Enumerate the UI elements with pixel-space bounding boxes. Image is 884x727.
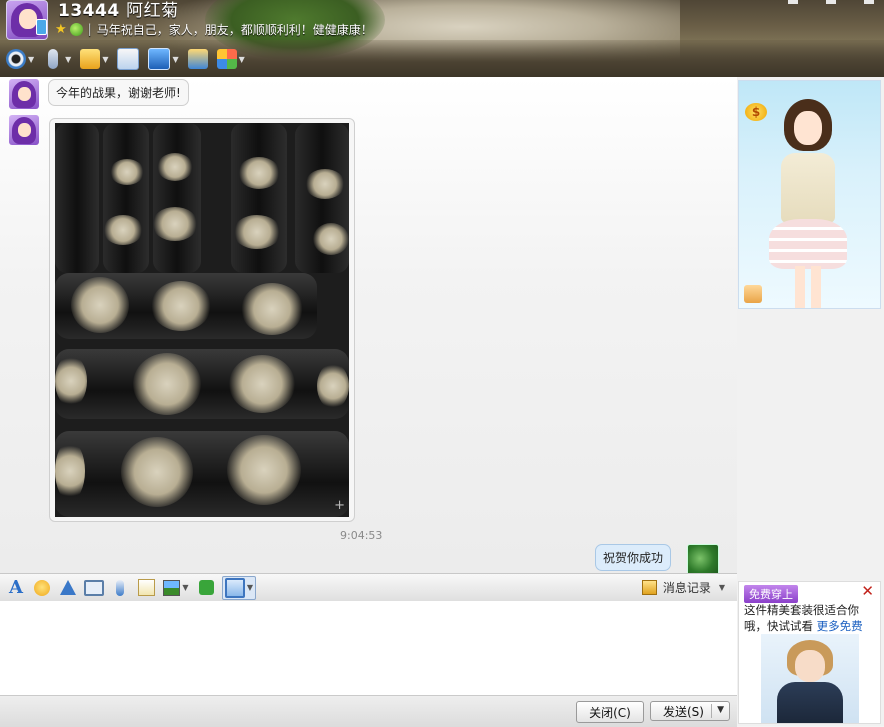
gift-icon bbox=[198, 580, 214, 595]
zoom-icon[interactable]: + bbox=[334, 498, 345, 513]
message-bubble-outgoing: 祝贺你成功 bbox=[595, 544, 672, 571]
chevron-down-icon[interactable]: ▼ bbox=[247, 583, 253, 592]
screen-share-button[interactable]: ▼ bbox=[222, 575, 256, 600]
window-controls bbox=[788, 0, 884, 6]
message-avatar[interactable] bbox=[9, 79, 39, 109]
chevron-down-icon[interactable]: ▼ bbox=[719, 583, 725, 592]
contact-id: 13444 bbox=[58, 1, 120, 21]
apps-button[interactable]: ▼ bbox=[215, 46, 247, 72]
font-button[interactable]: A bbox=[6, 577, 26, 598]
wizard-hat-icon bbox=[60, 580, 76, 595]
chevron-down-icon[interactable]: ▼ bbox=[65, 55, 71, 64]
thumbs-up-icon[interactable] bbox=[744, 285, 762, 303]
microphone-icon bbox=[48, 49, 59, 69]
contact-nickname: 阿红菊 bbox=[126, 1, 179, 21]
share-icon bbox=[187, 49, 208, 69]
close-button[interactable]: 关闭(C) bbox=[576, 701, 644, 723]
picture-icon bbox=[163, 579, 181, 596]
mobile-online-icon bbox=[36, 19, 47, 35]
signature-text: 马年祝自己，家人，朋友，都顺顺利利！健健康康！ bbox=[96, 22, 373, 37]
message-history-button[interactable]: 消息记录 ▼ bbox=[641, 579, 737, 596]
ad-text: 这件精美套装很适合你哦，快试试看 更多免费 bbox=[744, 602, 879, 634]
message-timestamp: 9:04:53 bbox=[340, 529, 383, 542]
chevron-down-icon[interactable]: ▼ bbox=[182, 583, 188, 592]
message-image-bubble: + bbox=[49, 118, 355, 522]
remote-desktop-button[interactable]: ▼ bbox=[146, 46, 180, 72]
send-button-label: 发送(S) bbox=[663, 704, 704, 719]
avatar-show[interactable]: $ bbox=[738, 80, 881, 309]
smile-icon bbox=[34, 579, 50, 596]
close-window-button[interactable] bbox=[864, 0, 874, 4]
camera-icon bbox=[6, 49, 26, 69]
chevron-down-icon[interactable]: ▼ bbox=[172, 55, 178, 64]
contact-avatar[interactable] bbox=[6, 0, 48, 40]
note-button[interactable] bbox=[136, 578, 156, 598]
ad-panel[interactable]: 免费穿上 ✕ 这件精美套装很适合你哦，快试试看 更多免费 bbox=[738, 581, 881, 724]
message-avatar[interactable] bbox=[9, 115, 39, 145]
chevron-down-icon[interactable]: ▼ bbox=[28, 55, 34, 64]
note-pencil-icon bbox=[137, 579, 155, 596]
star-icon: ★ bbox=[55, 21, 67, 37]
voice-message-button[interactable] bbox=[110, 578, 130, 598]
emoji-button[interactable] bbox=[32, 578, 52, 598]
apps-grid-icon bbox=[216, 49, 237, 69]
contact-title[interactable]: 13444 阿红菊 bbox=[58, 0, 179, 21]
font-icon: A bbox=[9, 577, 23, 598]
microphone-icon bbox=[116, 579, 124, 596]
contact-toolbar: ▼ ▼ ▼ ▼ ▼ bbox=[4, 44, 247, 74]
maximize-button[interactable] bbox=[826, 0, 836, 4]
ad-more-link[interactable]: 更多免费 bbox=[817, 619, 863, 633]
input-toolbar: A ▼ ▼ 消息记录 ▼ bbox=[0, 573, 737, 602]
send-options-chevron-icon[interactable]: ▼ bbox=[717, 705, 724, 715]
signature-line: ★ | 马年祝自己，家人，朋友，都顺顺利利！健健康康！ bbox=[55, 20, 373, 38]
video-call-button[interactable]: ▼ bbox=[4, 46, 36, 72]
status-icon bbox=[69, 22, 83, 36]
create-discussion-button[interactable] bbox=[115, 46, 141, 72]
folder-icon bbox=[80, 49, 101, 69]
send-image-button[interactable]: ▼ bbox=[162, 578, 190, 598]
coin-icon[interactable]: $ bbox=[745, 103, 767, 121]
message-history-label: 消息记录 bbox=[662, 581, 711, 595]
separator: | bbox=[87, 22, 92, 36]
minimize-button[interactable] bbox=[788, 0, 798, 4]
chevron-down-icon[interactable]: ▼ bbox=[102, 55, 108, 64]
message-input[interactable] bbox=[0, 601, 737, 695]
chat-add-icon bbox=[117, 48, 140, 70]
right-panel: $ 免费穿上 ✕ 这件精美套装很适合你哦，快试试看 更多免费 bbox=[737, 77, 884, 726]
send-file-button[interactable]: ▼ bbox=[78, 46, 110, 72]
voice-call-button[interactable]: ▼ bbox=[41, 46, 73, 72]
ad-close-icon[interactable]: ✕ bbox=[861, 582, 874, 600]
screenshot-button[interactable] bbox=[84, 578, 104, 598]
monitor-icon bbox=[148, 48, 171, 70]
magic-expression-button[interactable] bbox=[58, 578, 78, 598]
chevron-down-icon[interactable]: ▼ bbox=[239, 55, 245, 64]
title-bar: 13444 阿红菊 ★ | 马年祝自己，家人，朋友，都顺顺利利！健健康康！ ▼ … bbox=[0, 0, 884, 77]
gift-button[interactable] bbox=[196, 578, 216, 598]
message-photo[interactable]: + bbox=[55, 123, 349, 517]
send-split-divider bbox=[711, 704, 712, 718]
message-area[interactable]: 今年的战果，谢谢老师! + 9:04:53 祝贺你成功 bbox=[0, 77, 737, 576]
monitor-icon bbox=[225, 577, 245, 598]
message-bubble-incoming: 今年的战果，谢谢老师! bbox=[48, 79, 189, 106]
history-icon bbox=[641, 580, 657, 595]
my-avatar[interactable] bbox=[687, 544, 719, 576]
bottom-action-bar: 关闭(C) 发送(S) ▼ bbox=[0, 695, 737, 727]
send-button[interactable]: 发送(S) ▼ bbox=[650, 701, 730, 721]
share-screen-button[interactable] bbox=[186, 46, 210, 72]
ad-badge[interactable]: 免费穿上 bbox=[744, 585, 798, 603]
screenshot-icon bbox=[84, 579, 104, 596]
ad-model-image[interactable] bbox=[761, 634, 859, 723]
